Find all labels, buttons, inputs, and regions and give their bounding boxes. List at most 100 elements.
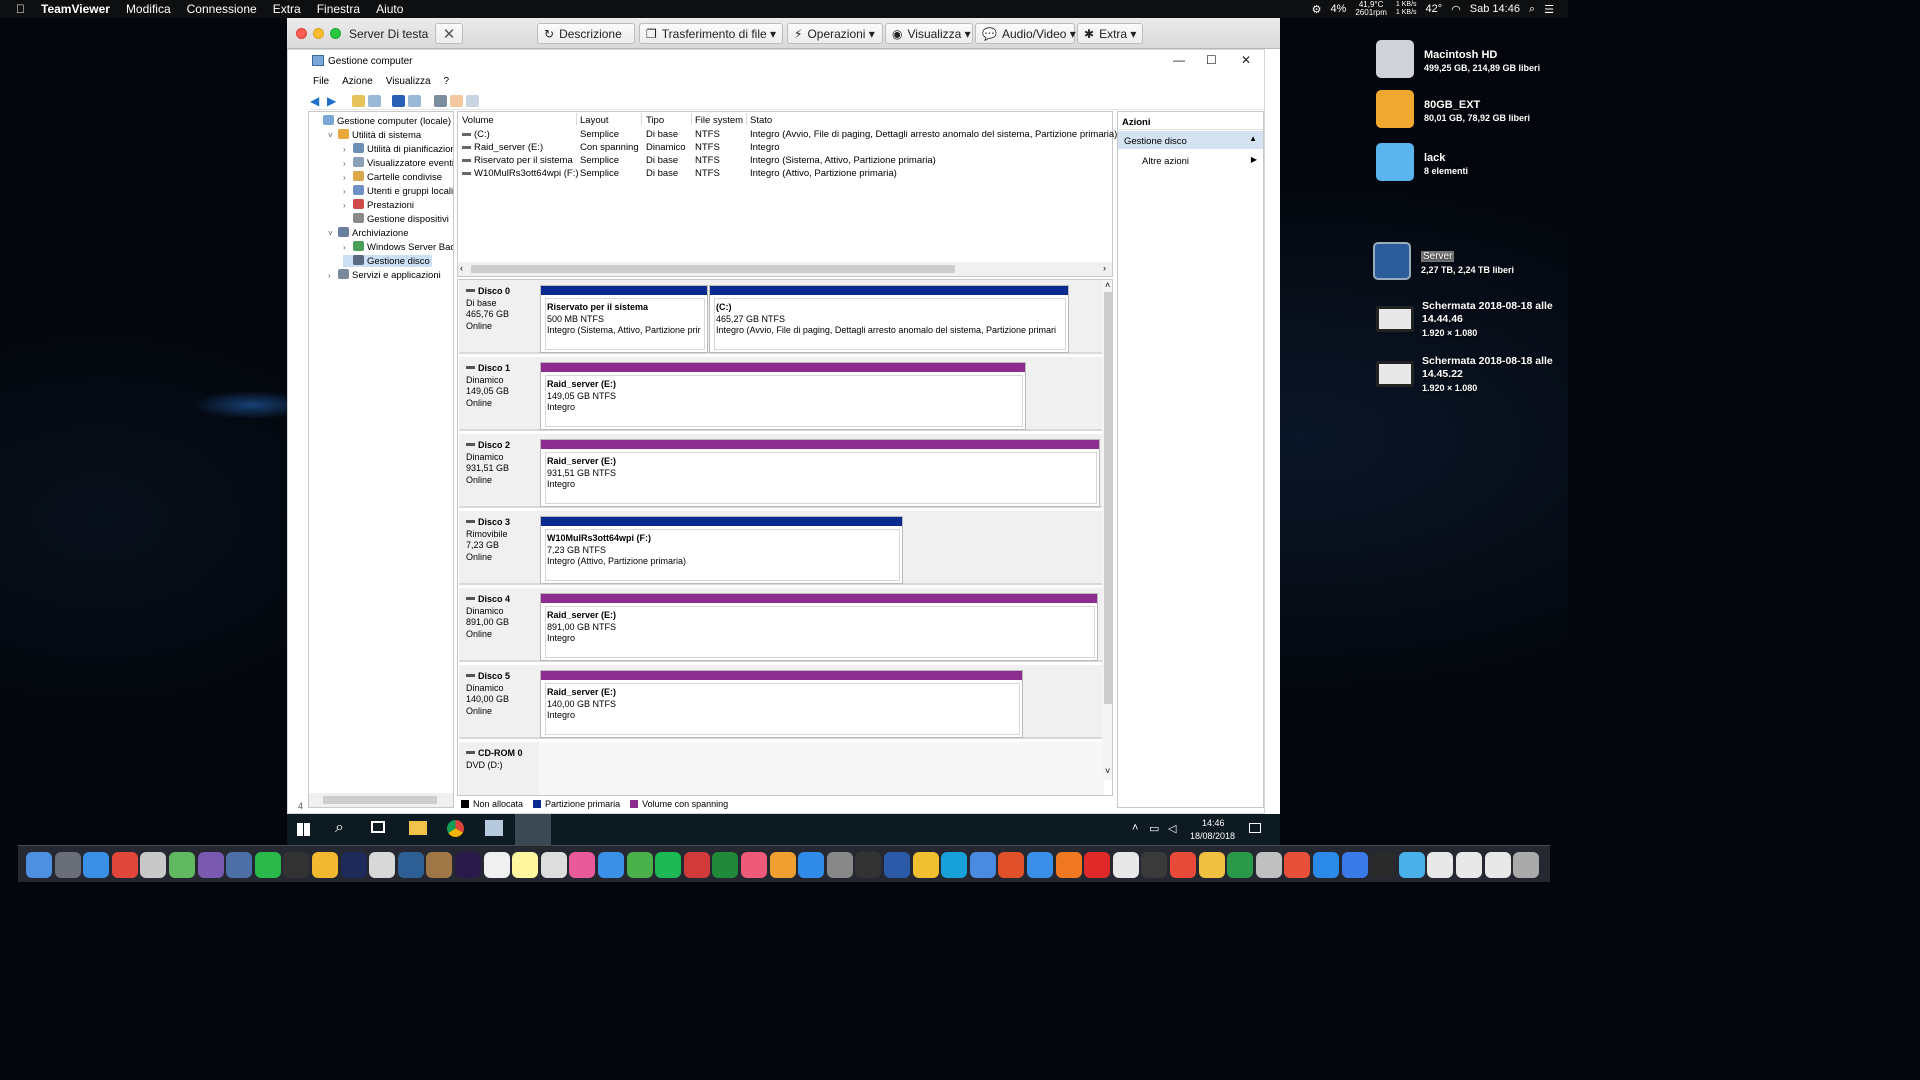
chrome-icon[interactable]	[447, 820, 464, 837]
volume-row[interactable]: (C:) Semplice Di base NTFS Integro (Avvio, F…	[458, 128, 1117, 141]
help-icon[interactable]	[392, 95, 405, 107]
col-layout[interactable]: Layout	[580, 115, 609, 126]
scroll-left-icon[interactable]: ‹	[460, 263, 463, 273]
col-volume[interactable]: Volume	[462, 115, 494, 126]
disk-label[interactable]: Disco 0 Di base 465,76 GB Online	[459, 280, 539, 354]
partition-block[interactable]: Raid_server (E:) 891,00 GB NTFS Integro	[540, 593, 1098, 661]
menu-aiuto[interactable]: Aiuto	[368, 0, 411, 18]
disk-label[interactable]: Disco 1 Dinamico 149,05 GB Online	[459, 357, 539, 431]
tv-visualizza-button[interactable]: ◉ Visualizza ▾	[885, 23, 973, 44]
app-store-icon[interactable]	[798, 852, 825, 878]
app-icon[interactable]	[1198, 852, 1225, 878]
expand-right-icon[interactable]: ›	[343, 187, 353, 196]
scroll-up-icon[interactable]: ˄	[1105, 280, 1110, 290]
scroll-thumb[interactable]	[471, 265, 955, 273]
temp-readout[interactable]: 41,9°C 2601rpm	[1355, 1, 1387, 17]
taskbar-time[interactable]: 14:46	[1202, 818, 1225, 828]
expand-right-icon[interactable]: ›	[328, 271, 338, 280]
app-icon[interactable]	[1227, 852, 1254, 878]
battery-percent[interactable]: 4%	[1330, 3, 1346, 15]
app-icon[interactable]	[169, 852, 195, 878]
tree-item[interactable]: ˅ Archiviazione	[328, 227, 411, 239]
menu-finestra[interactable]: Finestra	[309, 0, 368, 18]
system-preferences-icon[interactable]	[826, 852, 853, 878]
vlc-icon[interactable]	[1055, 852, 1082, 878]
notification-center-icon[interactable]: ☰	[1544, 3, 1554, 16]
partition-block[interactable]: Riservato per il sistema 500 MB NTFS Integ…	[540, 285, 708, 353]
menu-modifica[interactable]: Modifica	[118, 0, 179, 18]
tree-item[interactable]: › Visualizzatore eventi	[343, 157, 453, 169]
tv-close-session-button[interactable]: ✕	[435, 23, 463, 44]
preview-icon[interactable]	[369, 852, 396, 878]
tree-item[interactable]: › Servizi e applicazioni	[328, 269, 443, 281]
col-tipo[interactable]: Tipo	[646, 115, 664, 126]
disk-label[interactable]: Disco 2 Dinamico 931,51 GB Online	[459, 434, 539, 508]
app-icon[interactable]	[1255, 852, 1282, 878]
menu-connessione[interactable]: Connessione	[179, 0, 265, 18]
action-center-icon[interactable]	[1249, 823, 1261, 833]
collapse-icon[interactable]: ▲	[1249, 134, 1257, 143]
expand-right-icon[interactable]: ›	[343, 159, 353, 168]
menu-extra[interactable]: Extra	[265, 0, 309, 18]
filezilla-icon[interactable]	[1084, 852, 1111, 878]
photos-icon[interactable]	[569, 852, 596, 878]
tv-audio-video-button[interactable]: 💬 Audio/Video ▾	[975, 23, 1076, 44]
partition-block[interactable]: (C:) 465,27 GB NTFS Integro (Avvio, File d…	[709, 285, 1069, 353]
scroll-down-icon[interactable]: ˅	[1105, 766, 1110, 776]
tree-item[interactable]: Gestione disco	[343, 255, 432, 267]
app-icon[interactable]	[855, 852, 882, 878]
net-readout[interactable]: 1 KB/s 1 KB/s	[1396, 1, 1417, 17]
app-icon[interactable]	[1284, 852, 1311, 878]
desktop-item[interactable]: 80GB_EXT 80,01 GB, 78,92 GB liberi	[1376, 90, 1566, 140]
tree-item[interactable]: › Prestazioni	[343, 199, 416, 211]
itunes-icon[interactable]	[741, 852, 767, 878]
app-icon[interactable]	[1112, 852, 1139, 878]
tree-item[interactable]: Gestione dispositivi	[343, 213, 451, 225]
volume-row[interactable]: W10MulRs3ott64wpi (F:) Semplice Di base NTF…	[458, 167, 1112, 180]
tv-operazioni-button[interactable]: ⚡ Operazioni ▾	[787, 23, 883, 44]
app-icon[interactable]	[1370, 852, 1397, 878]
minimize-window-button[interactable]	[313, 28, 324, 39]
app-icon[interactable]	[1027, 852, 1053, 878]
app-icon[interactable]	[941, 852, 968, 878]
launchpad-icon[interactable]	[54, 852, 81, 878]
app-icon[interactable]	[140, 852, 167, 878]
tree-item[interactable]: › Utenti e gruppi locali	[343, 185, 453, 197]
clock[interactable]: Sab 14:46	[1470, 3, 1520, 15]
app-icon[interactable]	[1170, 852, 1196, 878]
tv-extra-button[interactable]: ✱ Extra ▾	[1077, 23, 1143, 44]
disk-label[interactable]: Disco 5 Dinamico 140,00 GB Online	[459, 665, 539, 739]
tree-item[interactable]: › Windows Server Backup	[343, 241, 453, 253]
volume-row[interactable]: Riservato per il sistema Semplice Di base N…	[458, 154, 1112, 167]
expand-right-icon[interactable]: ›	[343, 243, 353, 252]
forward-arrow-icon[interactable]: ▶	[327, 95, 340, 107]
safari-icon[interactable]	[83, 852, 110, 878]
computer-management-taskbar-icon[interactable]	[515, 814, 551, 845]
excel-icon[interactable]	[712, 852, 739, 878]
app-icon[interactable]	[540, 852, 567, 878]
disk-label[interactable]: Disco 4 Dinamico 891,00 GB Online	[459, 588, 539, 662]
app-icon[interactable]	[312, 852, 338, 878]
app-icon[interactable]	[1456, 852, 1482, 878]
app-icon[interactable]	[197, 852, 224, 878]
photoshop-icon[interactable]	[340, 852, 367, 878]
altre-azioni-item[interactable]: Altre azioni ▶	[1118, 152, 1263, 168]
taskbar-date[interactable]: 18/08/2018	[1190, 831, 1235, 841]
app-icon[interactable]	[426, 852, 453, 878]
volume-icon[interactable]: ◁	[1168, 822, 1176, 835]
wifi-icon[interactable]: ◠	[1451, 3, 1461, 16]
app-icon[interactable]	[969, 852, 996, 878]
chrome-icon[interactable]	[111, 852, 138, 878]
scroll-thumb-vertical[interactable]	[1104, 292, 1112, 704]
maximize-button[interactable]: ☐	[1206, 53, 1217, 67]
disk-label[interactable]: Disco 3 Rimovibile 7,23 GB Online	[459, 511, 539, 585]
tree-item[interactable]: › Utilità di pianificazione	[343, 143, 453, 155]
folder-icon[interactable]	[1398, 852, 1425, 878]
disk-label[interactable]: CD-ROM 0 DVD (D:)	[459, 742, 539, 795]
expand-right-icon[interactable]: ›	[343, 173, 353, 182]
notes-icon[interactable]	[512, 852, 539, 878]
partition-block[interactable]: W10MulRs3ott64wpi (F:) 7,23 GB NTFS Integr…	[540, 516, 903, 584]
trash-icon[interactable]	[1513, 852, 1540, 878]
app-icon[interactable]	[912, 852, 939, 878]
app-icon[interactable]	[1313, 852, 1339, 878]
